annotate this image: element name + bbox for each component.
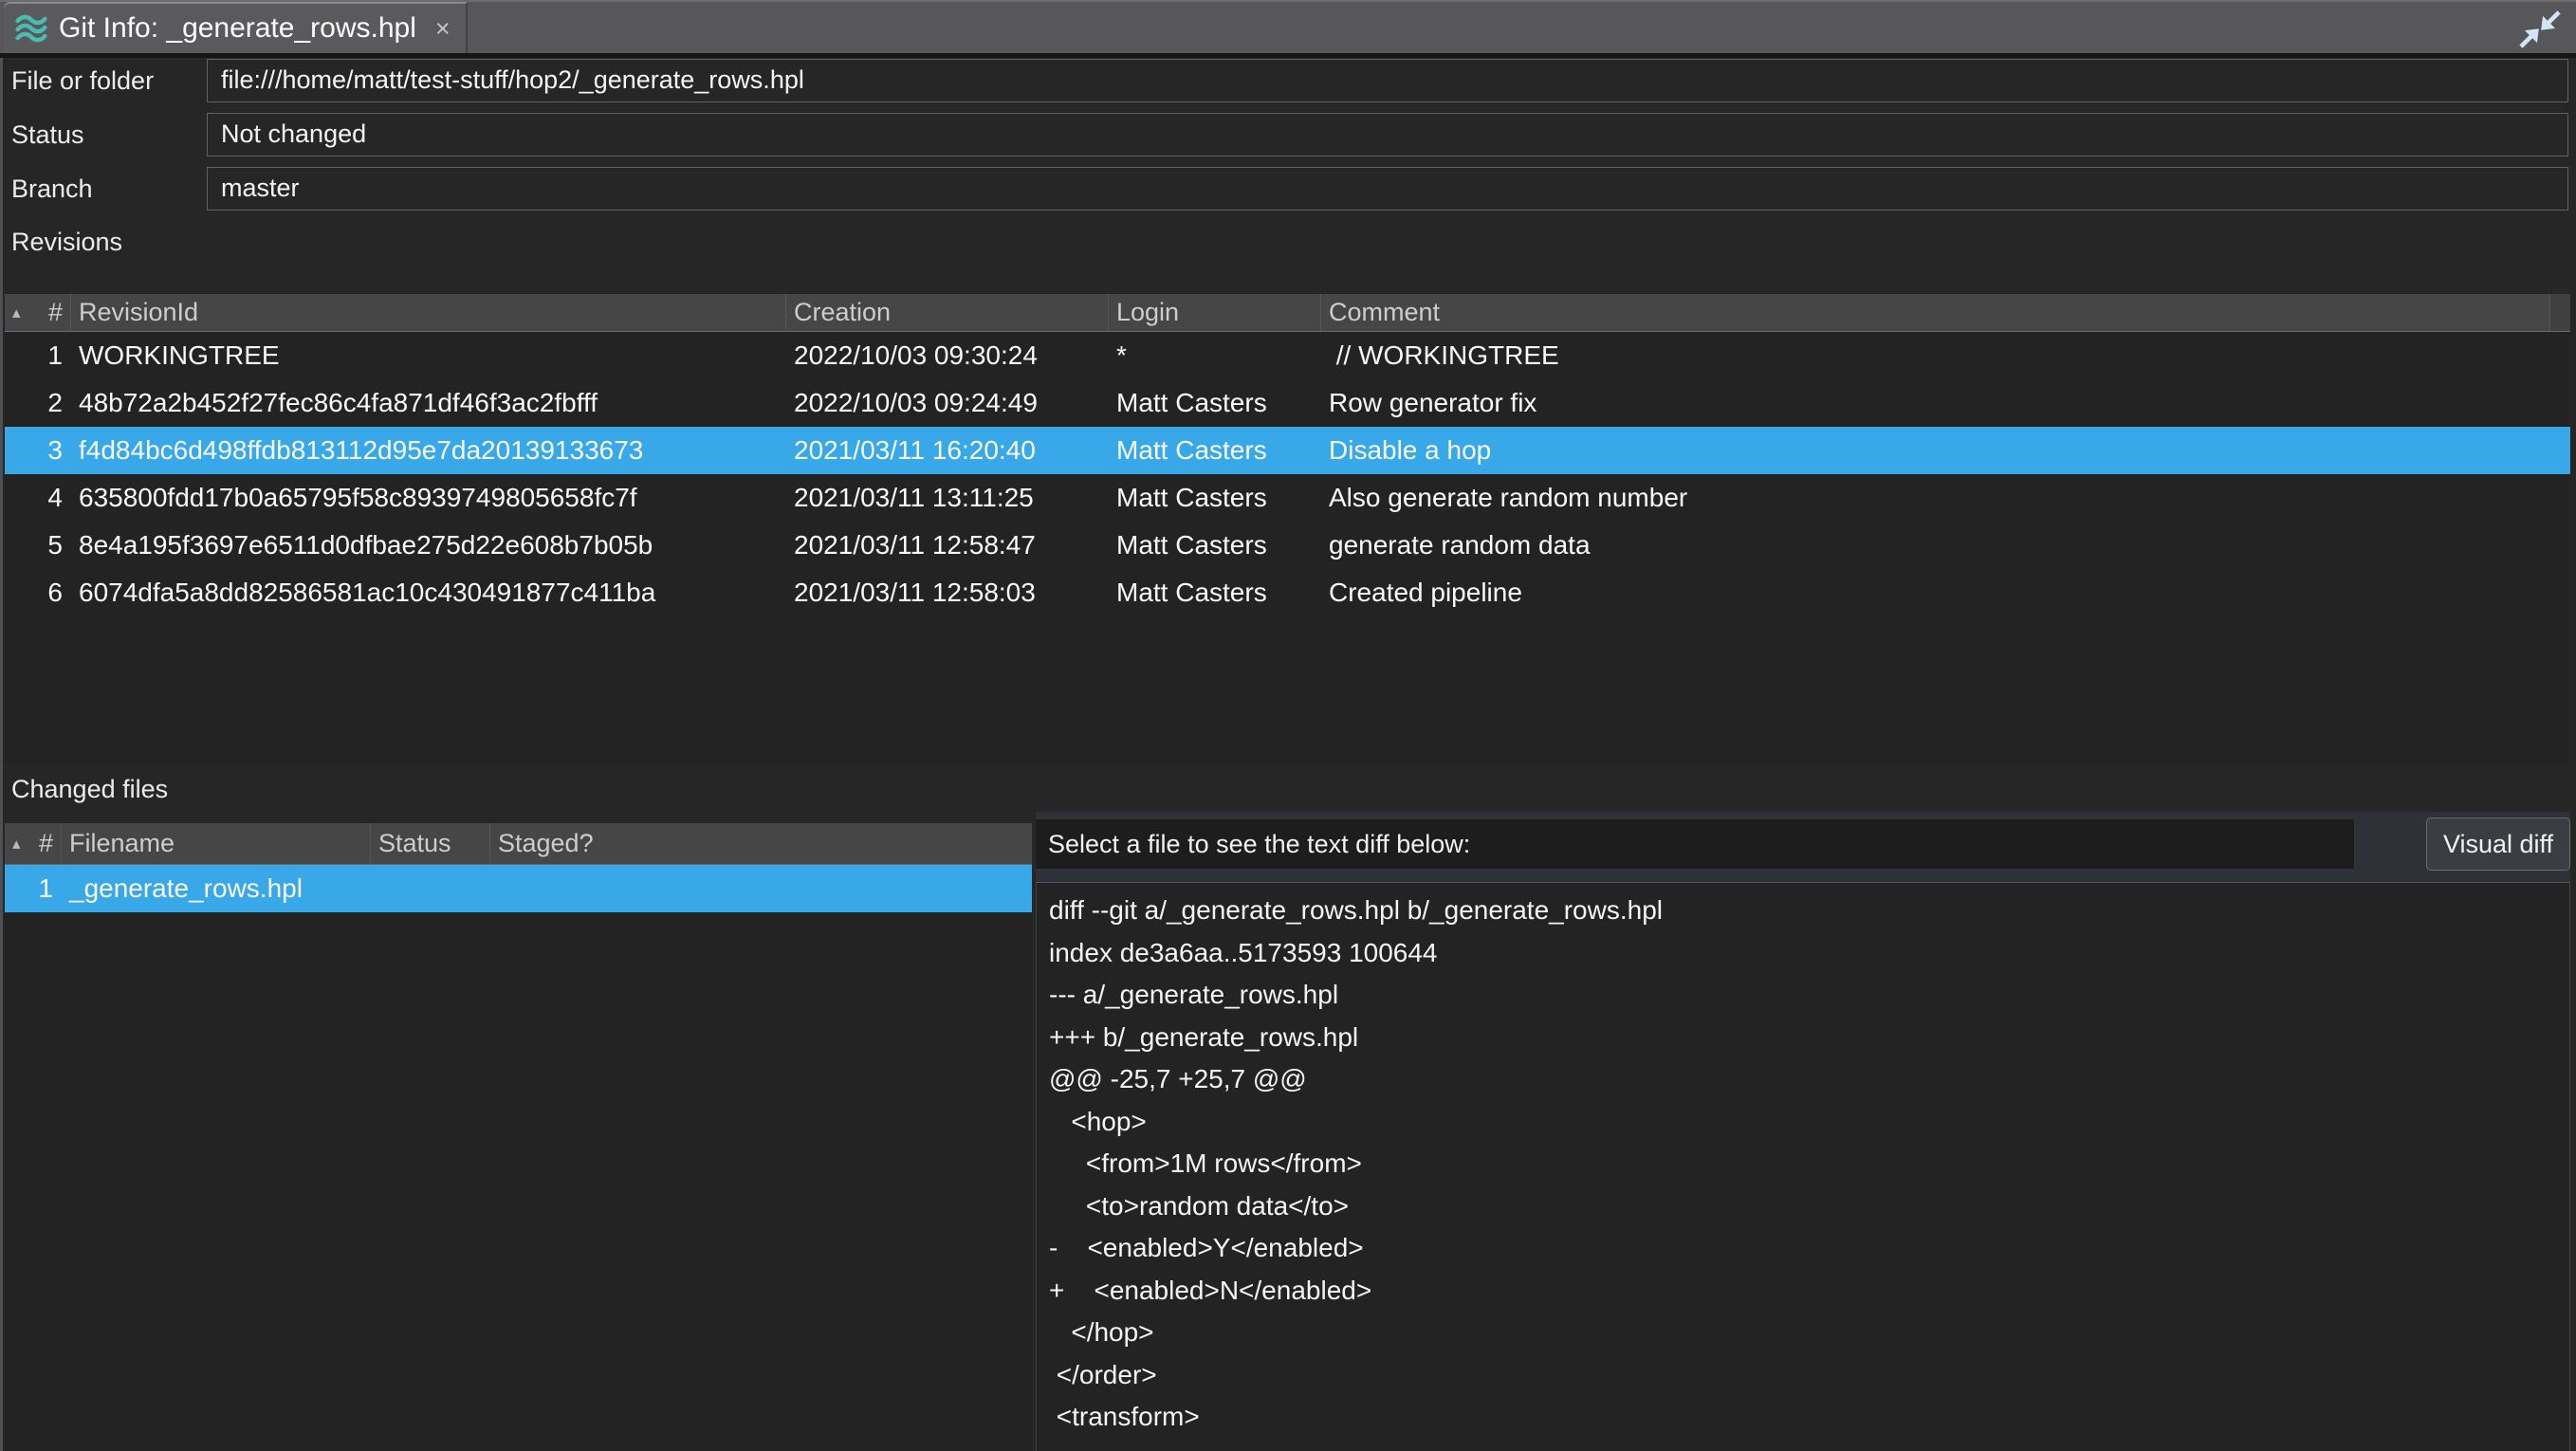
tab-bar-divider xyxy=(0,53,2576,58)
diff-line: <to>random data</to> xyxy=(1049,1185,2569,1228)
diff-text-area[interactable]: diff --git a/_generate_rows.hpl b/_gener… xyxy=(1036,882,2570,1451)
branch-label: Branch xyxy=(11,167,93,211)
diff-prompt-label: Select a file to see the text diff below… xyxy=(1036,819,2354,869)
status-field[interactable]: Not changed xyxy=(207,113,2568,156)
revisions-column-header-revisionid[interactable]: RevisionId xyxy=(71,294,786,331)
diff-line: + <enabled>N</enabled> xyxy=(1049,1270,2569,1313)
close-icon[interactable]: × xyxy=(435,16,451,42)
revision-row-1[interactable]: 1 WORKINGTREE 2022/10/03 09:30:24 * // W… xyxy=(5,332,2570,379)
diff-line: index de3a6aa..5173593 100644 xyxy=(1049,932,2569,975)
collapse-panel-icon[interactable] xyxy=(2517,9,2563,50)
diff-line: - <enabled>Y</enabled> xyxy=(1049,1227,2569,1270)
files-column-header-status[interactable]: Status xyxy=(371,823,490,864)
diff-line: @@ -25,7 +25,7 @@ xyxy=(1049,1058,2569,1101)
git-info-window: Git Info: _generate_rows.hpl × File or f… xyxy=(0,0,2576,1451)
revisions-table-header: ▴ # RevisionId Creation Login Comment xyxy=(5,294,2570,332)
changed-file-row-1-selected[interactable]: 1 _generate_rows.hpl xyxy=(5,865,1032,912)
tab-title: Git Info: _generate_rows.hpl xyxy=(59,12,416,45)
revisions-column-header-stub xyxy=(2550,294,2570,331)
visual-diff-button[interactable]: Visual diff xyxy=(2426,817,2570,871)
files-column-header-filename[interactable]: Filename xyxy=(62,823,371,864)
branch-field[interactable]: master xyxy=(207,167,2568,211)
revision-row-3-selected[interactable]: 3 f4d84bc6d498ffdb813112d95e7da201391336… xyxy=(5,427,2570,474)
changed-files-section-label: Changed files xyxy=(11,775,168,804)
diff-line: <from>1M rows</from> xyxy=(1049,1143,2569,1185)
revisions-column-header-comment[interactable]: Comment xyxy=(1321,294,2550,331)
revisions-section-label: Revisions xyxy=(11,228,122,257)
diff-line: <hop> xyxy=(1049,1101,2569,1144)
revision-row-2[interactable]: 2 48b72a2b452f27fec86c4fa871df46f3ac2fbf… xyxy=(5,379,2570,427)
status-label: Status xyxy=(11,113,84,156)
tab-git-info[interactable]: Git Info: _generate_rows.hpl × xyxy=(4,2,468,53)
sort-ascending-icon: ▴ xyxy=(12,304,21,321)
revisions-table: ▴ # RevisionId Creation Login Comment 1 … xyxy=(5,294,2570,763)
diff-line: diff --git a/_generate_rows.hpl b/_gener… xyxy=(1049,890,2569,932)
revisions-column-header-login[interactable]: Login xyxy=(1109,294,1321,331)
diff-line: <transform> xyxy=(1049,1396,2569,1439)
diff-line: --- a/_generate_rows.hpl xyxy=(1049,974,2569,1017)
diff-line: </order> xyxy=(1049,1354,2569,1397)
revisions-column-header-creation[interactable]: Creation xyxy=(786,294,1109,331)
hop-git-waves-icon xyxy=(15,12,47,45)
revision-row-6[interactable]: 6 6074dfa5a8dd82586581ac10c430491877c411… xyxy=(5,569,2570,616)
changed-files-table-header: ▴ # Filename Status Staged? xyxy=(5,823,1032,865)
revision-row-4[interactable]: 4 635800fdd17b0a65795f58c8939749805658fc… xyxy=(5,474,2570,522)
tab-bar: Git Info: _generate_rows.hpl × xyxy=(0,0,2576,53)
diff-line: </hop> xyxy=(1049,1312,2569,1354)
file-or-folder-field[interactable]: file:///home/matt/test-stuff/hop2/_gener… xyxy=(207,59,2568,102)
revision-row-5[interactable]: 5 8e4a195f3697e6511d0dfbae275d22e608b7b0… xyxy=(5,522,2570,569)
diff-line: +++ b/_generate_rows.hpl xyxy=(1049,1017,2569,1059)
file-or-folder-label: File or folder xyxy=(11,59,154,102)
revisions-column-header-num[interactable]: ▴ # xyxy=(5,294,71,331)
sort-ascending-icon: ▴ xyxy=(12,836,21,852)
files-column-header-staged[interactable]: Staged? xyxy=(490,823,1032,864)
changed-files-table: ▴ # Filename Status Staged? 1 _generate_… xyxy=(5,823,1032,1451)
files-column-header-num[interactable]: ▴ # xyxy=(5,823,62,864)
window-left-edge xyxy=(0,58,3,1451)
